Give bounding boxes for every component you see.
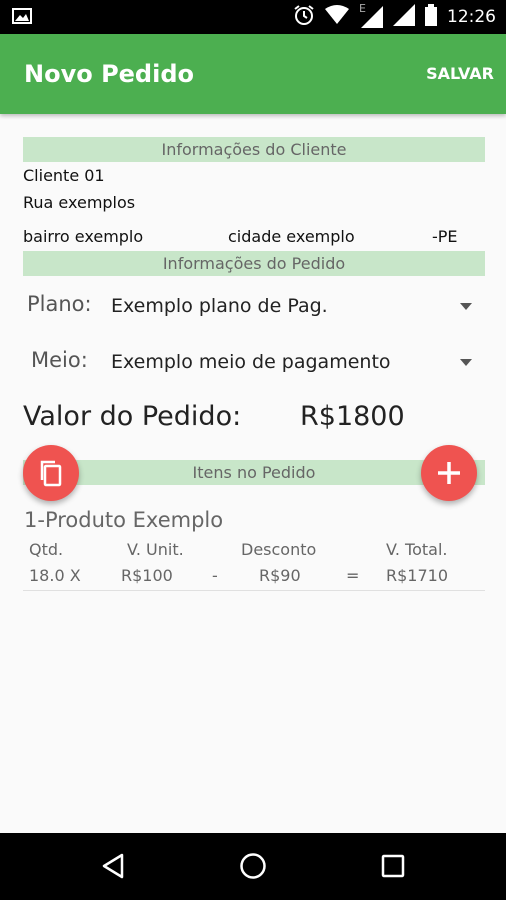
client-neighborhood: bairro exemplo bbox=[23, 227, 144, 246]
method-label: Meio: bbox=[31, 348, 88, 372]
page-title: Novo Pedido bbox=[24, 60, 195, 88]
plan-label: Plano: bbox=[27, 292, 92, 316]
method-value: Exemplo meio de pagamento bbox=[111, 351, 391, 373]
client-state: -PE bbox=[432, 227, 458, 246]
client-city: cidade exemplo bbox=[228, 227, 355, 246]
order-info-header: Informações do Pedido bbox=[23, 251, 485, 276]
order-total-label: Valor do Pedido: bbox=[23, 401, 242, 432]
app-bar: Novo Pedido SALVAR bbox=[0, 34, 506, 114]
equals-sign: = bbox=[346, 566, 360, 585]
status-time: 12:26 bbox=[447, 7, 496, 27]
plan-value: Exemplo plano de Pag. bbox=[111, 295, 328, 317]
copy-fab[interactable] bbox=[23, 445, 79, 501]
add-item-fab[interactable] bbox=[421, 445, 477, 501]
dropdown-arrow-icon bbox=[460, 359, 472, 366]
item-total: R$1710 bbox=[386, 566, 449, 585]
item-discount: R$90 bbox=[259, 566, 301, 585]
order-total-value: R$1800 bbox=[300, 401, 405, 432]
client-name: Cliente 01 bbox=[23, 166, 105, 185]
discount-header: Desconto bbox=[241, 540, 317, 559]
unit-price-header: V. Unit. bbox=[127, 540, 184, 559]
list-item[interactable]: 1-Produto Exemplo Qtd. V. Unit. Desconto… bbox=[0, 500, 506, 592]
signal-icon bbox=[361, 6, 383, 28]
minus-sign: - bbox=[212, 566, 218, 585]
items-header: Itens no Pedido bbox=[23, 460, 485, 485]
copy-icon bbox=[40, 460, 62, 487]
signal-icon bbox=[393, 4, 415, 30]
qty-header: Qtd. bbox=[29, 540, 64, 559]
navigation-bar bbox=[0, 833, 506, 900]
item-unit-price: R$100 bbox=[121, 566, 173, 585]
payment-method-spinner[interactable]: Meio: Exemplo meio de pagamento bbox=[23, 339, 485, 385]
home-icon[interactable] bbox=[238, 851, 268, 881]
dropdown-arrow-icon bbox=[460, 303, 472, 310]
divider bbox=[23, 590, 485, 591]
wifi-icon bbox=[325, 5, 349, 29]
save-button[interactable]: SALVAR bbox=[426, 64, 494, 83]
back-icon[interactable] bbox=[98, 851, 128, 881]
item-qty: 18.0 X bbox=[29, 566, 81, 585]
image-icon bbox=[12, 8, 32, 24]
item-title: 1-Produto Exemplo bbox=[24, 508, 224, 532]
network-type-indicator: E bbox=[359, 2, 383, 28]
add-icon bbox=[438, 462, 460, 484]
total-header: V. Total. bbox=[386, 540, 448, 559]
alarm-icon bbox=[293, 4, 315, 30]
client-info-header: Informações do Cliente bbox=[23, 137, 485, 162]
battery-icon bbox=[425, 4, 437, 30]
client-street: Rua exemplos bbox=[23, 193, 136, 212]
plan-spinner[interactable]: Plano: Exemplo plano de Pag. bbox=[23, 283, 485, 329]
recents-icon[interactable] bbox=[378, 851, 408, 881]
status-bar: E 12:26 bbox=[0, 0, 506, 34]
